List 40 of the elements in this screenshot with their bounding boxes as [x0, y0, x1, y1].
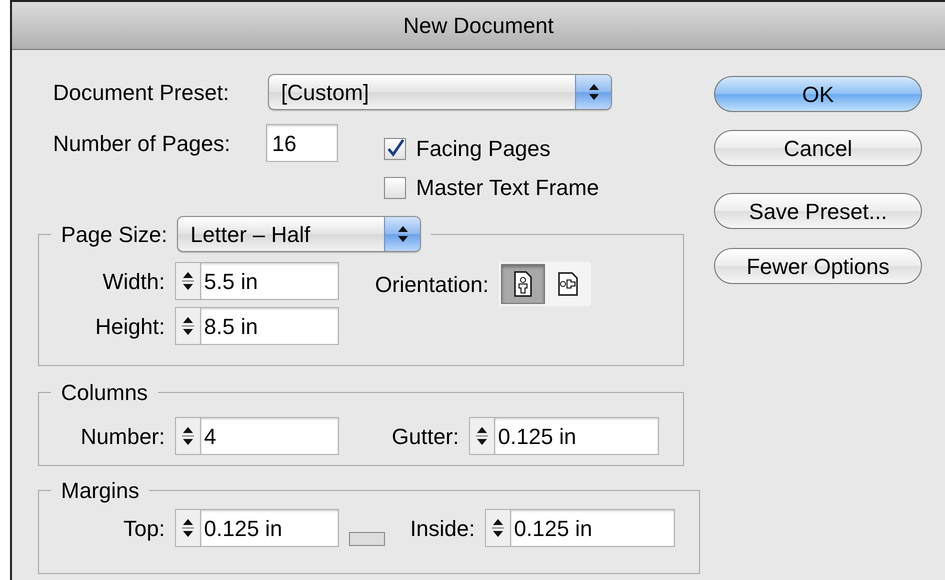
dialog-button[interactable]: Fewer Options	[714, 248, 922, 284]
portrait-page-icon	[512, 271, 534, 297]
input-field[interactable]: 5.5 in	[201, 262, 339, 300]
field-label: Number:	[80, 422, 166, 450]
field-label: Inside:	[409, 514, 476, 542]
orientation-button[interactable]	[500, 264, 545, 304]
dialog-button[interactable]: Cancel	[714, 130, 922, 166]
stepper-button[interactable]	[175, 509, 201, 547]
dialog-button[interactable]: OK	[714, 76, 922, 112]
field-label: Height:	[94, 312, 166, 341]
up-down-arrows-icon	[396, 224, 409, 244]
checkbox-label: Master Text Frame	[416, 174, 599, 202]
checkbox-label: Facing Pages	[416, 135, 551, 163]
input-field[interactable]: 0.125 in	[511, 509, 675, 547]
field-label: Top:	[122, 514, 166, 543]
window-title: New Document	[403, 12, 554, 40]
input-field[interactable]: 16	[266, 124, 338, 162]
stepper-button[interactable]	[175, 417, 201, 455]
field-label: Page Size:	[61, 220, 168, 249]
checkbox[interactable]	[384, 176, 406, 198]
group-title: Columns	[61, 380, 148, 405]
field-label: Document Preset:	[53, 78, 230, 106]
group-title: Margins	[61, 478, 140, 503]
input-field[interactable]: 4	[201, 417, 339, 455]
field-label: Orientation:	[375, 271, 489, 299]
dropdown[interactable]: [Custom]	[268, 74, 612, 110]
field-label: Width:	[102, 268, 166, 296]
input-field[interactable]: 0.125 in	[495, 417, 659, 455]
up-down-arrows-icon	[588, 82, 600, 102]
checkbox[interactable]	[384, 138, 406, 160]
dropdown[interactable]: Letter – Half	[177, 216, 422, 252]
dialog-button[interactable]: Save Preset...	[714, 193, 922, 229]
stepper-button[interactable]	[485, 509, 511, 547]
stepper-button[interactable]	[175, 262, 201, 300]
field-label: Gutter:	[390, 422, 460, 450]
field-label: Number of Pages:	[53, 130, 232, 158]
stepper-button[interactable]	[175, 307, 201, 345]
input-field[interactable]: 8.5 in	[201, 307, 339, 345]
input-field[interactable]: 0.125 in	[201, 509, 339, 547]
stepper-button[interactable]	[469, 417, 495, 455]
